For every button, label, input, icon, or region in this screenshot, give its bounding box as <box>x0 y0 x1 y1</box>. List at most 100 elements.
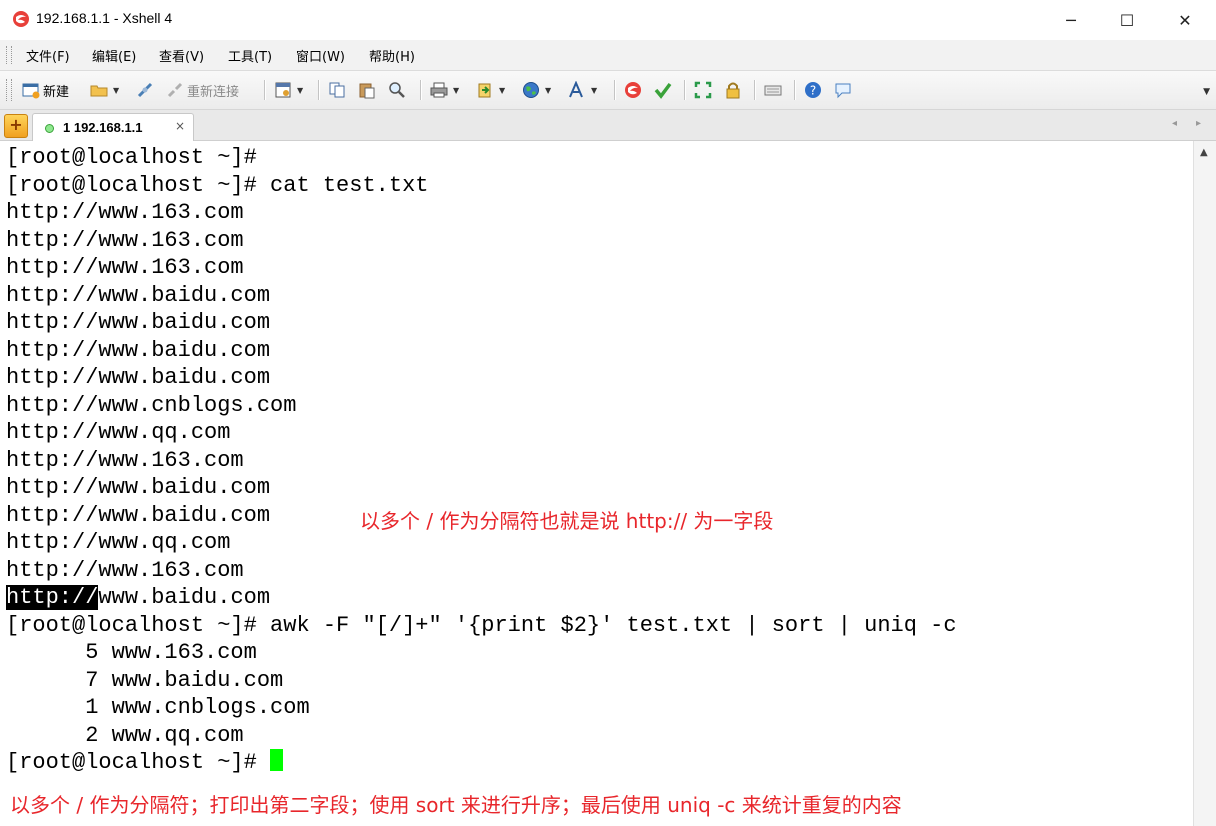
terminal-scrollbar[interactable]: ▲ <box>1193 141 1216 826</box>
fullscreen-icon <box>694 81 712 99</box>
result-line: 5 www.163.com <box>6 640 257 665</box>
search-icon <box>389 82 405 98</box>
xshell-button[interactable] <box>624 79 642 101</box>
awk-command-line: [root@localhost ~]# awk -F "[/]+" '{prin… <box>6 612 957 638</box>
printer-icon <box>430 82 448 98</box>
terminal-line-selected: http://www.baidu.com <box>6 584 270 612</box>
result-line: 7 www.baidu.com <box>6 667 284 693</box>
terminal-output[interactable]: [root@localhost ~]# [root@localhost ~]# … <box>0 141 1192 826</box>
toolbar-divider <box>684 80 686 100</box>
lock-button[interactable] <box>724 79 742 101</box>
text-selection[interactable]: http:// <box>6 585 99 610</box>
toolbar-overflow-icon[interactable]: ▼ <box>1203 87 1210 97</box>
menu-file[interactable]: 文件(F) <box>26 46 70 65</box>
close-button[interactable]: ✕ <box>1156 0 1214 40</box>
menu-edit[interactable]: 编辑(E) <box>92 46 136 65</box>
new-session-button[interactable]: 新建 <box>22 79 69 101</box>
minimize-button[interactable]: ─ <box>1042 0 1100 40</box>
prompt-line[interactable]: [root@localhost ~]# <box>6 749 284 777</box>
chevron-down-icon[interactable]: ▼ <box>453 86 459 95</box>
menu-tools[interactable]: 工具(T) <box>228 46 272 65</box>
maximize-button[interactable]: ☐ <box>1098 0 1156 40</box>
terminal-line: [root@localhost ~]# cat test.txt <box>6 172 429 198</box>
copy-button[interactable] <box>328 79 346 101</box>
connect-button[interactable] <box>136 79 154 101</box>
open-button[interactable]: ▼ <box>90 79 119 101</box>
file-transfer-icon <box>478 83 491 98</box>
copy-icon <box>329 82 345 98</box>
chevron-down-icon[interactable]: ▼ <box>591 86 597 95</box>
print-button[interactable]: ▼ <box>430 79 459 101</box>
terminal-line: http://www.baidu.com <box>6 502 271 528</box>
tab-bar: + 1 192.168.1.1 × ◂ ▸ <box>0 110 1216 141</box>
font-button[interactable]: ▼ <box>568 79 597 101</box>
menu-help[interactable]: 帮助(H) <box>369 46 415 65</box>
paste-button[interactable] <box>358 79 376 101</box>
toolbar-divider <box>264 80 266 100</box>
tab-session-1[interactable]: 1 192.168.1.1 × <box>32 113 194 141</box>
find-button[interactable] <box>388 79 406 101</box>
terminal-cursor <box>270 749 284 771</box>
globe-button[interactable]: ▼ <box>522 79 551 101</box>
new-session-icon <box>22 83 40 99</box>
font-icon <box>569 81 583 98</box>
transfer-button[interactable]: ▼ <box>476 79 505 101</box>
terminal-line: http://www.163.com <box>6 557 244 583</box>
terminal-line: http://www.163.com <box>6 200 244 225</box>
reconnect-label: 重新连接 <box>187 84 240 100</box>
chat-button[interactable] <box>834 79 852 101</box>
xshell-icon <box>625 82 641 98</box>
reconnect-icon <box>167 82 183 98</box>
tab-scroll-right-icon[interactable]: ▸ <box>1196 118 1201 129</box>
connection-status-icon <box>45 124 54 133</box>
terminal-line: http://www.163.com <box>6 255 244 280</box>
title-bar: 192.168.1.1 - Xshell 4 ─ ☐ ✕ <box>0 0 1216 41</box>
add-tab-button[interactable]: + <box>4 114 28 138</box>
globe-icon <box>523 82 539 98</box>
chevron-down-icon[interactable]: ▼ <box>297 86 303 95</box>
scroll-up-icon[interactable]: ▲ <box>1200 147 1208 158</box>
terminal-line: http://www.baidu.com <box>6 337 271 363</box>
toolbar-divider <box>318 80 320 100</box>
folder-icon <box>90 85 108 97</box>
properties-button[interactable]: ▼ <box>274 79 303 101</box>
toolbar-divider <box>420 80 422 100</box>
toolbar: 新建 ▼ 重新连接 ▼ ▼ ▼ ▼ ▼ ? ▼ <box>0 71 1216 110</box>
new-session-label: 新建 <box>43 84 70 100</box>
result-line: 2 www.qq.com <box>6 722 244 748</box>
terminal-line: http://www.cnblogs.com <box>6 392 297 418</box>
terminal-line: http://www.163.com <box>6 447 244 473</box>
keyboard-button[interactable] <box>764 79 782 101</box>
chat-bubble-icon <box>835 83 851 99</box>
help-icon: ? <box>805 82 821 98</box>
selected-line-rest: www.baidu.com <box>98 585 271 610</box>
toolbar-divider <box>754 80 756 100</box>
toolbar-divider <box>614 80 616 100</box>
menu-window[interactable]: 窗口(W) <box>296 46 345 65</box>
chevron-down-icon[interactable]: ▼ <box>113 86 119 95</box>
terminal-line: http://www.baidu.com <box>6 310 271 335</box>
terminal-line: http://www.baidu.com <box>6 282 271 308</box>
terminal-line: http://www.baidu.com <box>6 365 271 390</box>
menu-view[interactable]: 查看(V) <box>159 46 204 65</box>
menu-grip[interactable] <box>6 46 12 64</box>
xshell-logo-icon <box>13 11 29 27</box>
reconnect-button[interactable]: 重新连接 <box>166 79 239 101</box>
result-line: 1 www.cnblogs.com <box>6 695 310 720</box>
terminal-line: [root@localhost ~]# <box>6 145 257 170</box>
help-button[interactable]: ? <box>804 79 822 101</box>
plug-icon <box>137 82 153 98</box>
prompt-text: [root@localhost ~]# <box>6 750 271 775</box>
close-tab-icon[interactable]: × <box>175 119 185 133</box>
chevron-down-icon[interactable]: ▼ <box>499 86 505 95</box>
tab-scroll-left-icon[interactable]: ◂ <box>1172 118 1177 129</box>
xftp-button[interactable] <box>654 79 672 101</box>
chevron-down-icon[interactable]: ▼ <box>545 86 551 95</box>
terminal-line: http://www.qq.com <box>6 530 231 555</box>
terminal-line: http://www.baidu.com <box>6 475 271 500</box>
xftp-icon <box>654 82 672 99</box>
toolbar-grip[interactable] <box>6 79 12 101</box>
window-title: 192.168.1.1 - Xshell 4 <box>36 10 173 26</box>
toolbar-divider <box>794 80 796 100</box>
fullscreen-button[interactable] <box>694 79 712 101</box>
